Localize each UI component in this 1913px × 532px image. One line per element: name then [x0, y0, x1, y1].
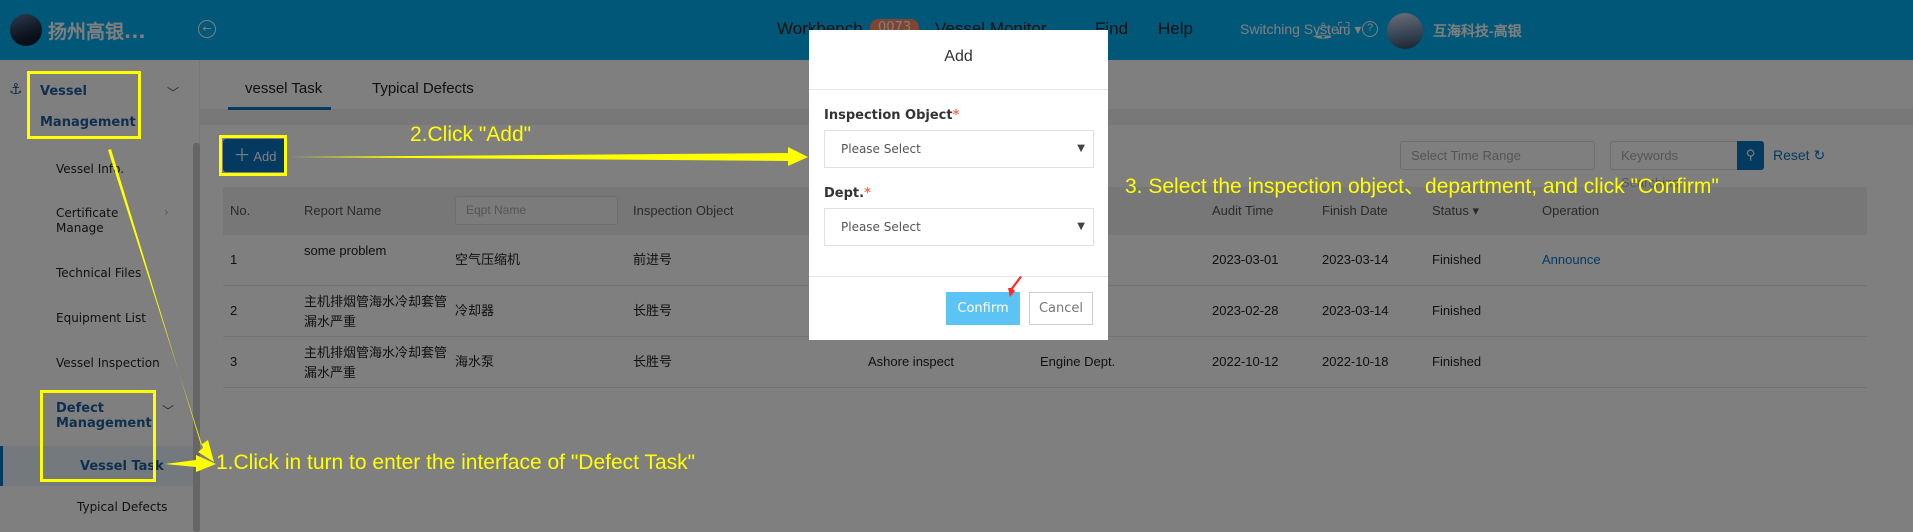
annotation-step1: 1.Click in turn to enter the interface o…	[216, 451, 696, 474]
highlight-defect-management	[40, 390, 156, 482]
annotation-step3: 3. Select the inspection object、departme…	[1125, 175, 1719, 198]
arrow-step2	[289, 147, 808, 166]
arrow-confirm-pointer	[1008, 276, 1022, 297]
highlight-add-button	[219, 135, 287, 176]
annotation-step2: 2.Click "Add"	[410, 123, 532, 146]
highlight-vessel-management	[27, 71, 141, 139]
